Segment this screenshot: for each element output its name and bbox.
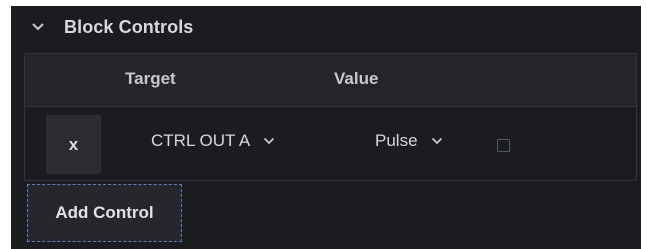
add-control-button[interactable]: Add Control (27, 184, 182, 242)
target-select[interactable]: CTRL OUT A (151, 131, 275, 151)
column-header-target: Target (125, 69, 176, 88)
table-header: Target Value (25, 54, 636, 107)
target-select-value: CTRL OUT A (151, 131, 251, 150)
block-controls-section-header[interactable]: Block Controls (11, 6, 641, 48)
table-row: x CTRL OUT A Pulse (25, 107, 636, 180)
block-controls-panel: Block Controls Target Value x CTRL OUT A… (11, 6, 641, 249)
section-title: Block Controls (64, 17, 194, 37)
chevron-down-icon (32, 23, 44, 31)
chevron-down-icon (264, 137, 275, 145)
value-select[interactable]: Pulse (375, 131, 443, 151)
chevron-down-icon (431, 137, 442, 145)
controls-table: Target Value x CTRL OUT A Pulse (24, 53, 637, 181)
column-header-value: Value (334, 69, 379, 88)
control-checkbox[interactable] (497, 139, 510, 152)
value-select-value: Pulse (375, 131, 418, 150)
remove-control-button[interactable]: x (46, 115, 101, 174)
